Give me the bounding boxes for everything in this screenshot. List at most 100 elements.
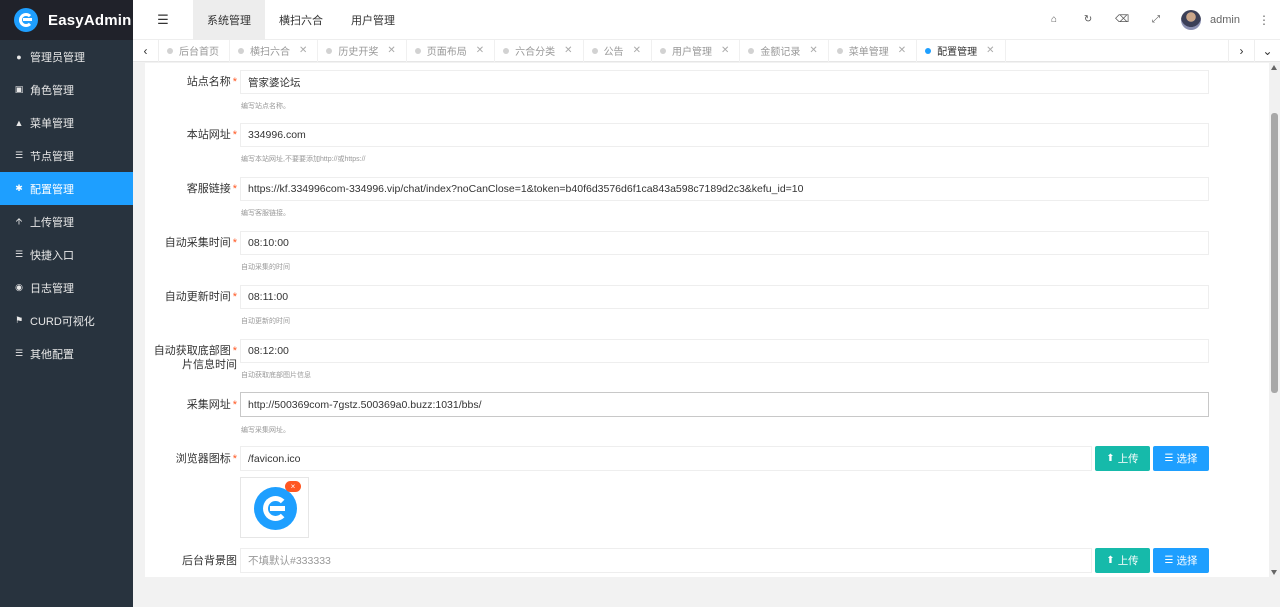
more-vertical-icon[interactable]: ⋮ xyxy=(1258,13,1270,27)
tab-menu-chevron-down-icon[interactable]: ⌄ xyxy=(1254,39,1280,62)
sidebar-item-node[interactable]: ☰ 节点管理 xyxy=(0,139,133,172)
close-icon[interactable]: ✕ xyxy=(633,45,641,56)
sidebar-item-label: 管理员管理 xyxy=(30,51,85,64)
logo[interactable]: EasyAdmin xyxy=(0,0,133,40)
arrow-up-icon: 🡩 xyxy=(15,215,23,226)
sidebar-item-label: 上传管理 xyxy=(30,216,74,229)
tab-label: 菜单管理 xyxy=(848,47,889,58)
list-icon: ☰ xyxy=(1164,453,1174,464)
tab-label: 后台首页 xyxy=(179,47,219,58)
update-time-input[interactable] xyxy=(240,285,1209,309)
logo-icon xyxy=(14,8,38,32)
close-icon[interactable]: ✕ xyxy=(986,45,994,56)
sidebar-item-menu[interactable]: ▲ 菜单管理 xyxy=(0,106,133,139)
top-nav-system[interactable]: 系统管理 xyxy=(193,0,265,40)
sidebar-item-shortcut[interactable]: ☰ 快捷入口 xyxy=(0,238,133,271)
close-icon[interactable]: ✕ xyxy=(898,45,906,56)
field-label: 浏览器图标 * xyxy=(175,453,237,465)
app-title: EasyAdmin xyxy=(48,11,132,29)
top-header: ☰ 系统管理 横扫六合 用户管理 ⌂ ↻ ⌫ ⤢ admin ⋮ xyxy=(133,0,1280,40)
tab-dot xyxy=(167,47,173,54)
tab-scroll-right-icon[interactable]: › xyxy=(1228,39,1254,62)
list-icon: ☰ xyxy=(14,249,24,259)
field-tip: 编写本站网址,不要要添加http://或https:// xyxy=(241,156,366,163)
close-icon[interactable]: ✕ xyxy=(387,45,395,56)
sidebar-menu: ● 管理员管理 ▣ 角色管理 ▲ 菜单管理 ☰ 节点管理 ✱ 配置管理 🡩 上传管理 ☰ 快捷… xyxy=(0,40,133,370)
scroll-thumb[interactable] xyxy=(1271,113,1278,393)
favicon-image xyxy=(254,487,297,530)
field-label: 本站网址 * xyxy=(186,129,237,141)
tab-users[interactable]: 用户管理 ✕ xyxy=(652,39,741,62)
home-icon[interactable]: ⌂ xyxy=(1037,0,1071,40)
field-label: 采集网址 * xyxy=(186,399,237,411)
user-icon: ● xyxy=(16,51,22,62)
tab-label: 横扫六合 xyxy=(250,47,290,58)
collect-url-input[interactable] xyxy=(240,392,1209,417)
upload-icon: ⬆ xyxy=(1106,453,1115,464)
field-tip: 自动采集的时间 xyxy=(241,264,290,271)
tab-dot xyxy=(414,47,421,54)
tab-notice[interactable]: 公告 ✕ xyxy=(584,39,652,62)
close-icon[interactable]: ✕ xyxy=(299,45,307,56)
site-name-input[interactable] xyxy=(240,70,1209,94)
field-label: 自动采集时间 * xyxy=(164,237,237,249)
tab-dot xyxy=(659,47,666,54)
fullscreen-icon[interactable]: ⤢ xyxy=(1139,0,1173,40)
scroll-down-icon[interactable] xyxy=(1271,570,1277,575)
sidebar-item-label: 菜单管理 xyxy=(30,117,74,130)
favicon-upload-button[interactable]: ⬆ 上传 xyxy=(1095,446,1150,471)
sidebar-item-curd[interactable]: ⚑ CURD可视化 xyxy=(0,304,133,337)
favicon-select-button[interactable]: ☰ 选择 xyxy=(1153,446,1209,471)
top-nav-users[interactable]: 用户管理 xyxy=(337,0,409,40)
tab-dot xyxy=(925,47,932,54)
sidebar-item-other[interactable]: ☰ 其他配置 xyxy=(0,337,133,370)
tab-label: 配置管理 xyxy=(937,47,978,58)
bg-image-input[interactable] xyxy=(240,548,1092,573)
collect-time-input[interactable] xyxy=(240,231,1209,255)
tab-label: 公告 xyxy=(603,47,624,58)
tab-label: 用户管理 xyxy=(671,47,712,58)
top-nav-lottery[interactable]: 横扫六合 xyxy=(265,0,337,40)
close-icon[interactable]: ✕ xyxy=(721,45,729,56)
refresh-icon[interactable]: ↻ xyxy=(1071,0,1105,40)
remove-image-icon[interactable]: × xyxy=(285,481,301,492)
tab-lottery[interactable]: 横扫六合 ✕ xyxy=(230,39,319,62)
list-icon: ☰ xyxy=(1164,555,1174,566)
site-url-input[interactable] xyxy=(240,123,1209,147)
sidebar-item-label: 日志管理 xyxy=(30,282,74,295)
sidebar-item-config[interactable]: ✱ 配置管理 xyxy=(0,172,133,205)
service-link-input[interactable] xyxy=(240,177,1209,201)
sidebar-item-log[interactable]: ◉ 日志管理 xyxy=(0,271,133,304)
sidebar: EasyAdmin ● 管理员管理 ▣ 角色管理 ▲ 菜单管理 ☰ 节点管理 ✱ 配置管理… xyxy=(0,0,133,607)
tab-dot xyxy=(238,47,244,54)
tab-money[interactable]: 金额记录 ✕ xyxy=(740,39,829,62)
role-icon: ▣ xyxy=(14,84,24,94)
tab-scroll-left-icon[interactable]: ‹ xyxy=(133,39,159,62)
sidebar-item-upload[interactable]: 🡩 上传管理 xyxy=(0,205,133,238)
tab-category[interactable]: 六合分类 ✕ xyxy=(495,39,584,62)
content-scrollbar[interactable] xyxy=(1269,63,1280,577)
fetch-time-input[interactable] xyxy=(240,339,1209,363)
tab-config[interactable]: 配置管理 ✕ xyxy=(917,39,1006,62)
sidebar-item-label: CURD可视化 xyxy=(30,315,95,328)
tab-label: 页面布局 xyxy=(426,47,467,58)
close-icon[interactable]: ✕ xyxy=(809,45,817,56)
trash-icon[interactable]: ⌫ xyxy=(1105,0,1139,40)
sidebar-item-label: 配置管理 xyxy=(30,183,74,196)
tab-menu[interactable]: 菜单管理 ✕ xyxy=(829,39,918,62)
bg-upload-button[interactable]: ⬆ 上传 xyxy=(1095,548,1150,573)
scroll-up-icon[interactable] xyxy=(1271,65,1277,70)
user-name[interactable]: admin xyxy=(1210,14,1240,26)
bg-select-button[interactable]: ☰ 选择 xyxy=(1153,548,1209,573)
sidebar-item-role[interactable]: ▣ 角色管理 xyxy=(0,73,133,106)
close-icon[interactable]: ✕ xyxy=(564,45,572,56)
favicon-input[interactable] xyxy=(240,446,1092,471)
avatar[interactable] xyxy=(1181,9,1202,30)
tab-layout[interactable]: 页面布局 ✕ xyxy=(407,39,496,62)
sidebar-item-admin[interactable]: ● 管理员管理 xyxy=(0,40,133,73)
close-icon[interactable]: ✕ xyxy=(476,45,484,56)
tab-history[interactable]: 历史开奖 ✕ xyxy=(318,39,407,62)
sidebar-toggle-icon[interactable]: ☰ xyxy=(133,0,193,40)
field-tip: 编写采集网址。 xyxy=(241,427,290,434)
tab-home[interactable]: 后台首页 xyxy=(159,39,230,62)
